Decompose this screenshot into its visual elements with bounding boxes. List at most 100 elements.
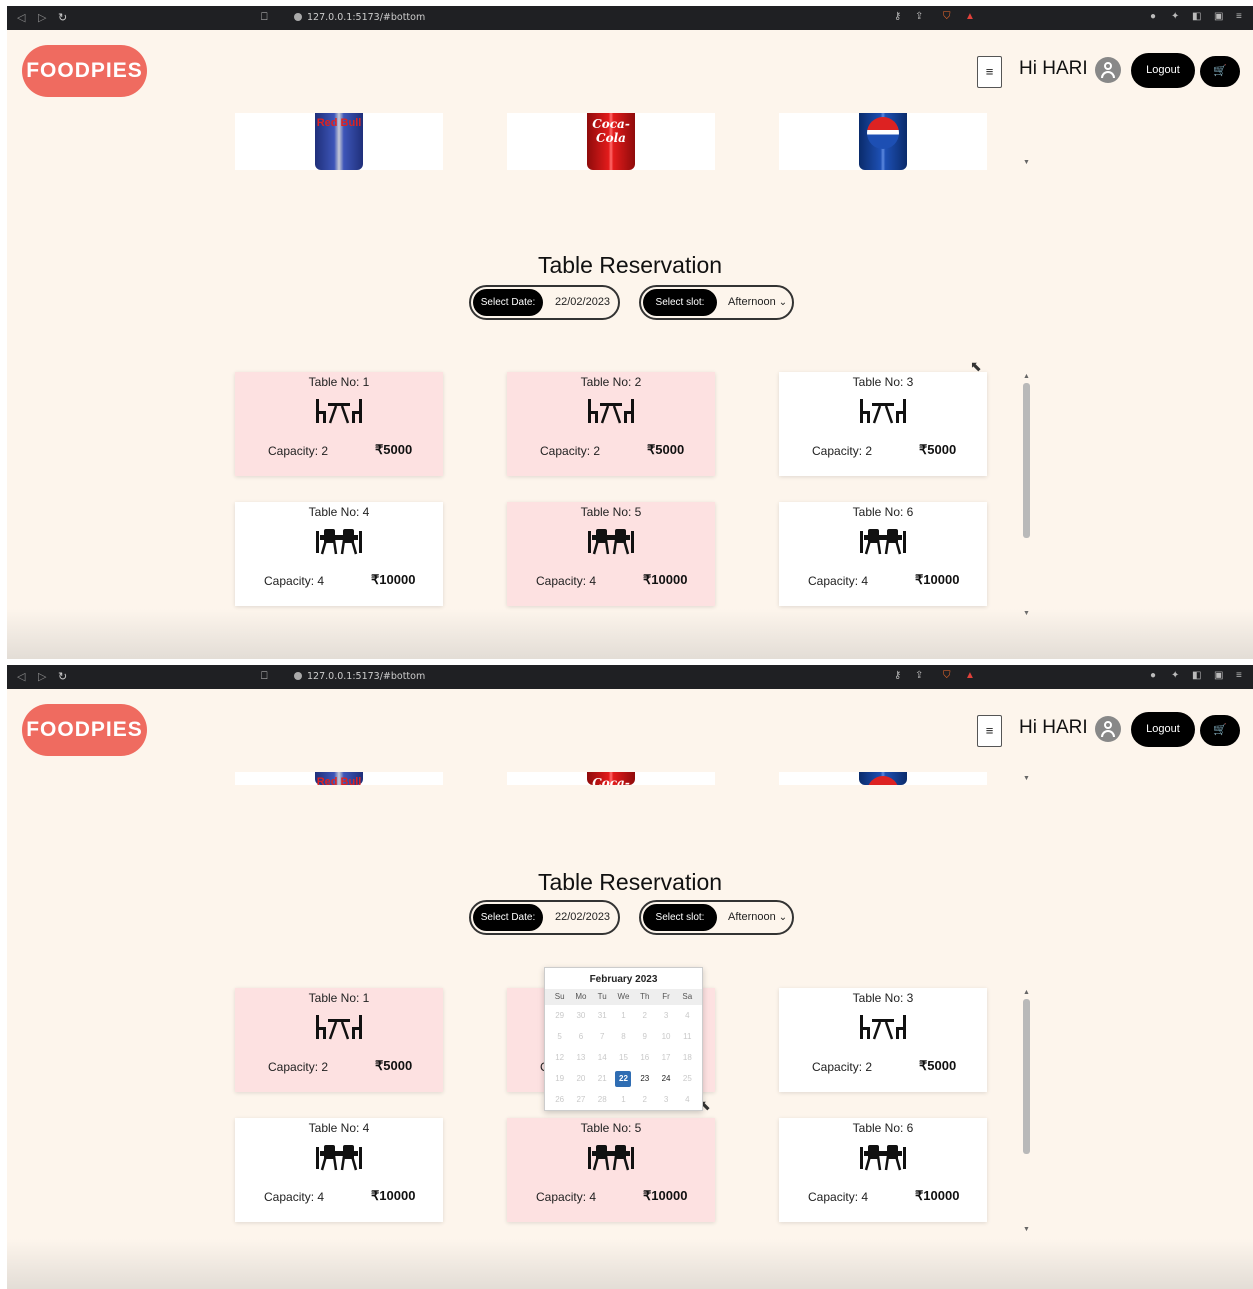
- pepsi-can-image: [859, 772, 907, 785]
- drink-card-redbull[interactable]: Red Bull: [235, 772, 443, 785]
- site-info-icon[interactable]: [294, 13, 302, 21]
- slot-select[interactable]: Select slot: Afternoon ⌄: [639, 285, 794, 320]
- profile-circle-icon[interactable]: ●: [1150, 670, 1156, 681]
- date-value[interactable]: 22/02/2023: [555, 287, 610, 318]
- drinks-scroll-down-icon[interactable]: ▼: [1023, 775, 1030, 782]
- profile-circle-icon[interactable]: ●: [1150, 11, 1156, 22]
- calendar-week-row: 29 30 31 1 2 3 4: [545, 1005, 702, 1026]
- hamburger-menu-button[interactable]: ≡: [977, 56, 1002, 88]
- table-card-5[interactable]: Table No: 5 Capacity: 4 ₹10000: [507, 502, 715, 606]
- page: FOODPIES ≡ Hi HARI Logout 🛒 Red Bull Coc…: [7, 30, 1253, 659]
- table-card-6[interactable]: Table No: 6 Capacity: 4 ₹10000: [779, 502, 987, 606]
- table-capacity: Capacity: 4: [264, 1190, 325, 1204]
- calendar-day: 18: [682, 1053, 692, 1062]
- slot-value[interactable]: Afternoon ⌄: [728, 287, 787, 318]
- logout-button[interactable]: Logout: [1131, 53, 1195, 88]
- calendar-day: 7: [599, 1032, 605, 1041]
- table-card-6[interactable]: Table No: 6 Capacity: 4 ₹10000: [779, 1118, 987, 1222]
- user-avatar-icon[interactable]: [1095, 57, 1121, 83]
- slot-value[interactable]: Afternoon ⌄: [728, 902, 787, 933]
- browser-menu-icon[interactable]: ≡: [1236, 670, 1242, 681]
- table-card-4[interactable]: Table No: 4 Capacity: 4 ₹10000: [235, 502, 443, 606]
- weekday-label: Sa: [682, 992, 693, 1001]
- sidebar-icon[interactable]: ◧: [1192, 11, 1201, 22]
- pepsi-globe-icon: [867, 776, 899, 785]
- back-icon[interactable]: ◁: [17, 11, 25, 24]
- back-icon[interactable]: ◁: [17, 670, 25, 683]
- reload-icon[interactable]: ↻: [58, 11, 67, 24]
- cart-button[interactable]: 🛒: [1200, 715, 1240, 746]
- scrollbar-thumb[interactable]: [1023, 383, 1030, 538]
- table-card-1[interactable]: Table No: 1 Capacity: 2 ₹5000: [235, 372, 443, 476]
- scrollbar-thumb[interactable]: [1023, 999, 1030, 1154]
- drink-card-pepsi[interactable]: [779, 772, 987, 785]
- calendar-day[interactable]: 24: [655, 1068, 676, 1089]
- extensions-icon[interactable]: ✦: [1171, 11, 1179, 22]
- table-card-3[interactable]: Table No: 3 Capacity: 2 ₹5000: [779, 988, 987, 1092]
- calendar-day: 25: [682, 1074, 692, 1083]
- calendar-day: 29: [555, 1011, 565, 1020]
- sidebar-icon[interactable]: ◧: [1192, 670, 1201, 681]
- table-card-1[interactable]: Table No: 1 Capacity: 2 ₹5000: [235, 988, 443, 1092]
- calendar-popup[interactable]: February 2023 Su Mo Tu We Th Fr Sa 29 30 31 1 2 3 4 5 6 7…: [544, 967, 703, 1111]
- brave-shield-icon[interactable]: ⛉: [943, 670, 951, 681]
- calendar-day-selected[interactable]: 22: [613, 1068, 634, 1089]
- forward-icon[interactable]: ▷: [38, 11, 46, 24]
- scroll-down-icon[interactable]: ▼: [1023, 1226, 1030, 1233]
- drink-card-pepsi[interactable]: [779, 113, 987, 170]
- hamburger-menu-button[interactable]: ≡: [977, 715, 1002, 747]
- table-price: ₹5000: [375, 442, 413, 457]
- drink-card-coke[interactable]: Coca-Cola: [507, 113, 715, 170]
- table-card-5[interactable]: Table No: 5 Capacity: 4 ₹10000: [507, 1118, 715, 1222]
- weekday-label: Fr: [662, 992, 670, 1001]
- site-info-icon[interactable]: [294, 672, 302, 680]
- browser-menu-icon[interactable]: ≡: [1236, 11, 1242, 22]
- wallet-icon[interactable]: ▣: [1214, 670, 1223, 681]
- logout-button[interactable]: Logout: [1131, 712, 1195, 747]
- date-picker[interactable]: Select Date: 22/02/2023: [469, 900, 620, 935]
- reload-icon[interactable]: ↻: [58, 670, 67, 683]
- calendar-day[interactable]: 23: [634, 1068, 655, 1089]
- tables-scrollbar[interactable]: [1022, 991, 1031, 1231]
- user-avatar-icon[interactable]: [1095, 716, 1121, 742]
- table-price: ₹10000: [915, 1188, 960, 1203]
- table-price: ₹10000: [371, 572, 416, 587]
- foodpies-logo[interactable]: FOODPIES: [22, 45, 147, 97]
- screenshot-before: ◁ ▷ ↻ ⎕ 127.0.0.1:5173/#bottom ⚷ ⇪ ⛉ ▲ ●…: [0, 0, 1253, 659]
- date-picker[interactable]: Select Date: 22/02/2023: [469, 285, 620, 320]
- share-icon[interactable]: ⇪: [915, 11, 923, 22]
- rewards-icon[interactable]: ▲: [965, 670, 975, 681]
- forward-icon[interactable]: ▷: [38, 670, 46, 683]
- address-bar[interactable]: 127.0.0.1:5173/#bottom: [294, 12, 425, 23]
- drink-card-redbull[interactable]: Red Bull: [235, 113, 443, 170]
- table-card-2[interactable]: Table No: 2 Capacity: 2 ₹5000: [507, 372, 715, 476]
- cart-button[interactable]: 🛒: [1200, 56, 1240, 87]
- bookmark-icon[interactable]: ⎕: [261, 670, 268, 683]
- extensions-icon[interactable]: ✦: [1171, 670, 1179, 681]
- table-card-3[interactable]: Table No: 3 Capacity: 2 ₹5000: [779, 372, 987, 476]
- key-icon[interactable]: ⚷: [894, 670, 901, 681]
- bookmark-icon[interactable]: ⎕: [261, 11, 268, 24]
- cart-icon: 🛒: [1213, 724, 1227, 736]
- share-icon[interactable]: ⇪: [915, 670, 923, 681]
- rewards-icon[interactable]: ▲: [965, 11, 975, 22]
- drink-card-coke[interactable]: Coca-Cola: [507, 772, 715, 785]
- brave-shield-icon[interactable]: ⛉: [943, 11, 951, 22]
- table-number: Table No: 3: [852, 991, 914, 1005]
- table-card-4[interactable]: Table No: 4 Capacity: 4 ₹10000: [235, 1118, 443, 1222]
- wallet-icon[interactable]: ▣: [1214, 11, 1223, 22]
- calendar-day: 10: [661, 1032, 671, 1041]
- calendar-day: 26: [555, 1095, 565, 1104]
- table-price: ₹10000: [371, 1188, 416, 1203]
- date-value[interactable]: 22/02/2023: [555, 902, 610, 933]
- address-bar[interactable]: 127.0.0.1:5173/#bottom: [294, 671, 425, 682]
- foodpies-logo[interactable]: FOODPIES: [22, 704, 147, 756]
- drinks-scroll-down-icon[interactable]: ▼: [1023, 159, 1030, 166]
- scroll-up-icon[interactable]: ▲: [1023, 373, 1030, 380]
- slot-select[interactable]: Select slot: Afternoon ⌄: [639, 900, 794, 935]
- key-icon[interactable]: ⚷: [894, 11, 901, 22]
- scroll-up-icon[interactable]: ▲: [1023, 989, 1030, 996]
- bottom-fade: [7, 1239, 1253, 1289]
- tables-scrollbar[interactable]: [1022, 375, 1031, 615]
- table-price: ₹10000: [915, 572, 960, 587]
